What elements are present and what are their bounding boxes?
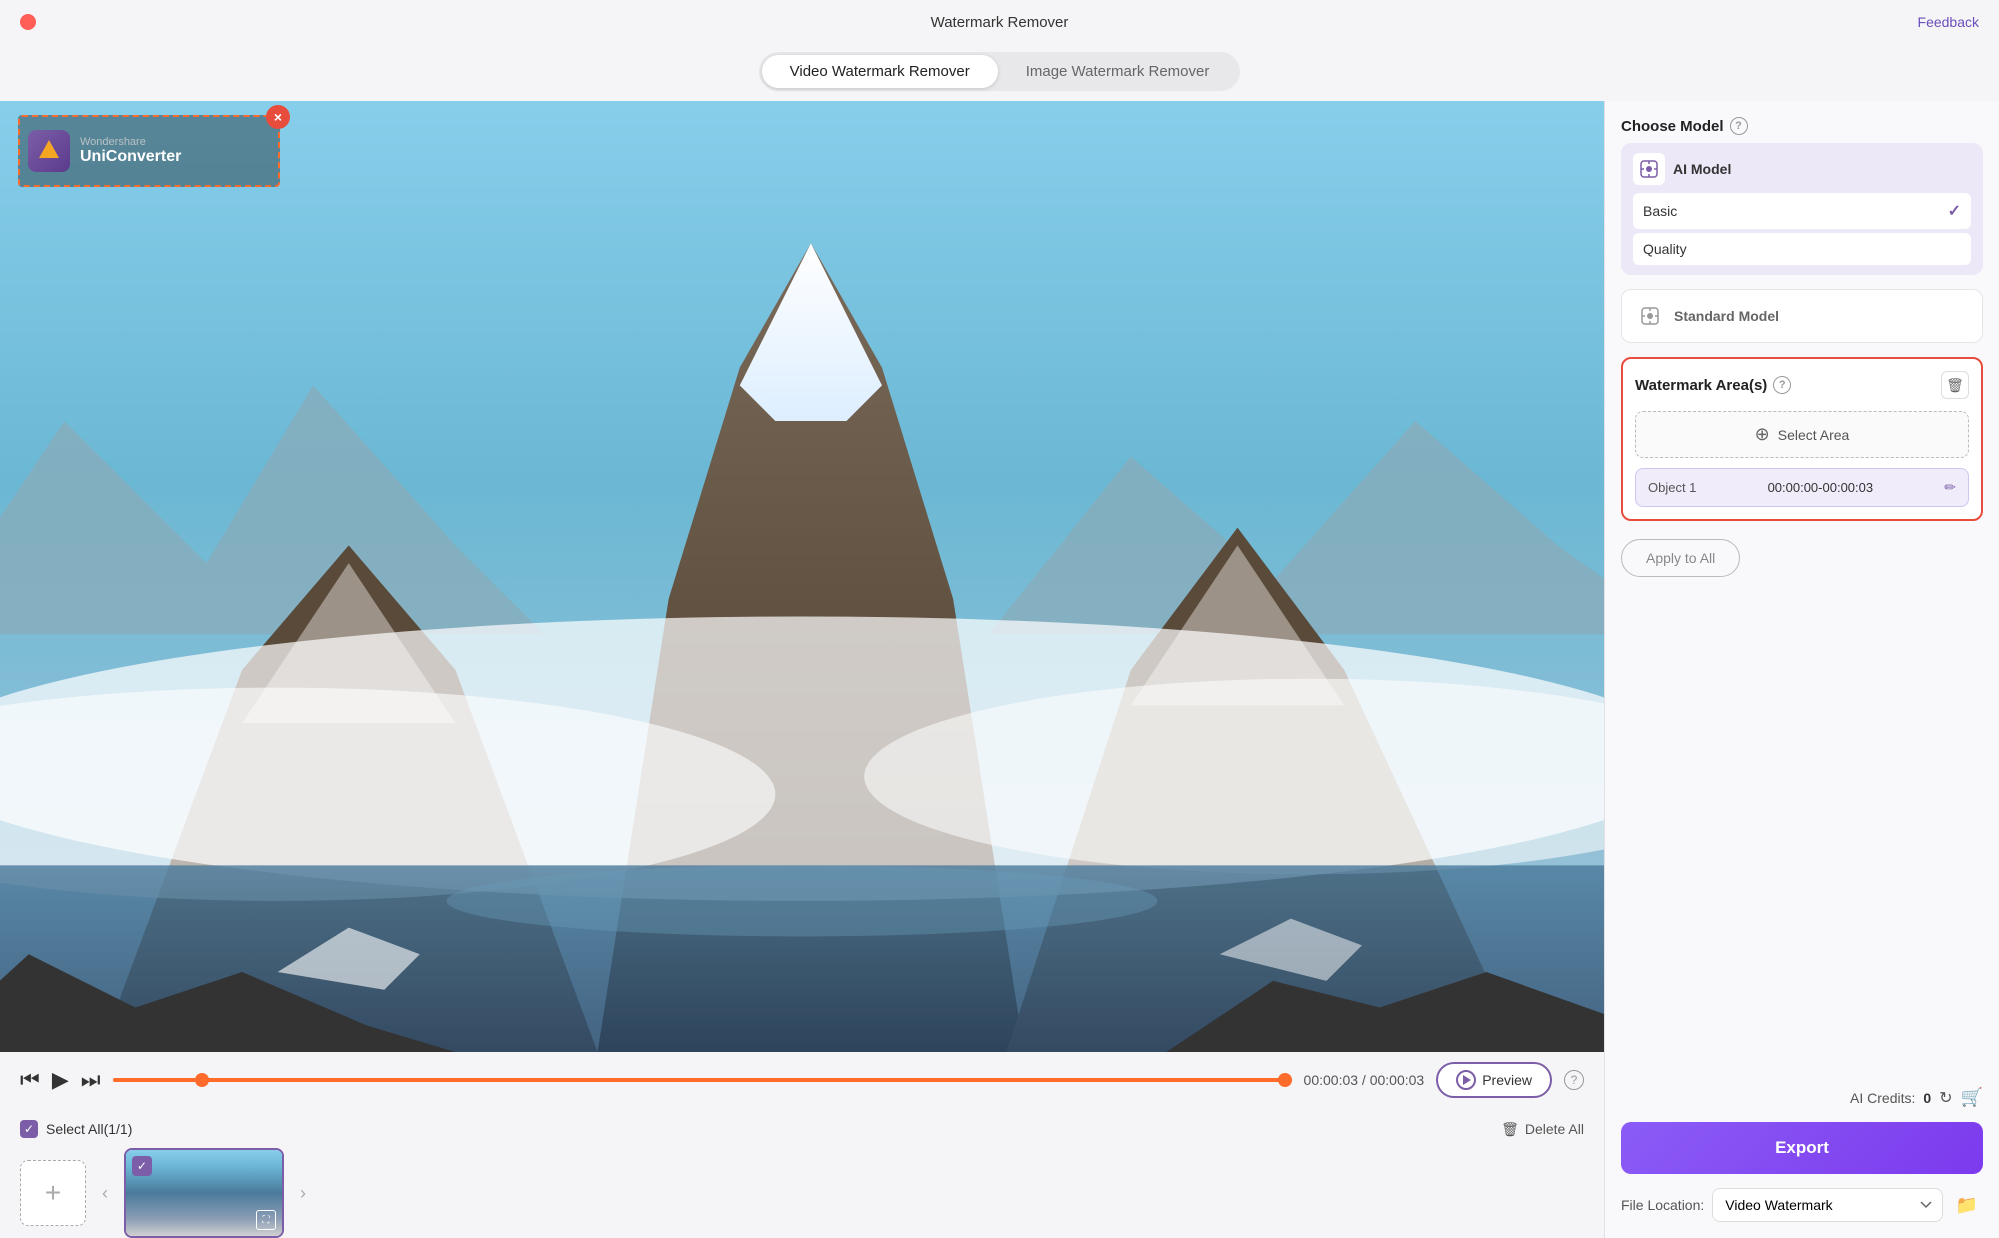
standard-model-icon: [1634, 300, 1666, 332]
wondershare-logo: [28, 130, 70, 172]
progress-thumb-end[interactable]: [1278, 1073, 1292, 1087]
watermark-area-header: Watermark Area(s) ? 🗑: [1635, 371, 1969, 399]
basic-model-option[interactable]: Basic ✓: [1633, 193, 1971, 229]
object-time: 00:00:00-00:00:03: [1768, 480, 1874, 495]
watermark-area-section: Watermark Area(s) ? 🗑 ⊕ Select Area Obje…: [1621, 357, 1983, 521]
thumbnail-checkbox: ✓: [132, 1156, 152, 1176]
feedback-link[interactable]: Feedback: [1918, 14, 1979, 30]
ai-model-card: AI Model Basic ✓ Quality: [1621, 143, 1983, 275]
quality-model-option[interactable]: Quality: [1633, 233, 1971, 265]
watermark-close-button[interactable]: ×: [266, 105, 290, 129]
tab-video-watermark-remover[interactable]: Video Watermark Remover: [762, 55, 998, 88]
select-all-group: Select All(1/1): [20, 1120, 132, 1138]
cart-icon[interactable]: 🛒: [1961, 1087, 1983, 1108]
skip-forward-button[interactable]: ⏭: [81, 1067, 101, 1093]
watermark-brand: Wondershare: [80, 136, 181, 148]
play-button[interactable]: ▶: [52, 1067, 69, 1093]
preview-play-circle: [1456, 1070, 1476, 1090]
scroll-left-arrow[interactable]: ‹: [98, 1183, 112, 1204]
add-file-button[interactable]: +: [20, 1160, 86, 1226]
watermark-area-title: Watermark Area(s) ?: [1635, 376, 1791, 394]
preview-button[interactable]: Preview: [1436, 1062, 1552, 1098]
progress-bar-container[interactable]: [113, 1068, 1292, 1092]
video-background: × Wondershare UniConverter: [0, 101, 1604, 1052]
refresh-icon[interactable]: ↻: [1939, 1088, 1952, 1108]
object-label: Object 1: [1648, 480, 1696, 495]
ai-credits-value: 0: [1923, 1090, 1931, 1106]
ai-model-icon-svg: [1639, 159, 1659, 179]
video-container: × Wondershare UniConverter: [0, 101, 1604, 1052]
preview-help-icon[interactable]: ?: [1564, 1070, 1584, 1090]
close-button[interactable]: [20, 14, 36, 30]
left-panel: × Wondershare UniConverter ⏮ ▶ ⏭: [0, 101, 1604, 1238]
tab-container: Video Watermark Remover Image Watermark …: [759, 52, 1241, 91]
object-edit-icon[interactable]: ✏: [1944, 479, 1956, 496]
tab-image-watermark-remover[interactable]: Image Watermark Remover: [998, 55, 1238, 88]
select-area-button[interactable]: ⊕ Select Area: [1635, 411, 1969, 458]
preview-play-triangle: [1463, 1075, 1471, 1085]
standard-model-icon-svg: [1640, 306, 1660, 326]
file-list-header: Select All(1/1) 🗑 Delete All: [20, 1120, 1584, 1138]
file-list-area: Select All(1/1) 🗑 Delete All + ‹ ✓ ⛶ ›: [0, 1108, 1604, 1238]
apply-to-all-button[interactable]: Apply to All: [1621, 539, 1740, 577]
watermark-overlay-box[interactable]: × Wondershare UniConverter: [18, 115, 280, 187]
choose-model-help-icon[interactable]: ?: [1730, 117, 1748, 135]
main-content: × Wondershare UniConverter ⏮ ▶ ⏭: [0, 101, 1999, 1238]
thumbnail-item[interactable]: ✓ ⛶: [124, 1148, 284, 1238]
file-thumbnails: + ‹ ✓ ⛶ ›: [20, 1148, 1584, 1238]
watermark-area-help-icon[interactable]: ?: [1773, 376, 1791, 394]
watermark-product: UniConverter: [80, 148, 181, 166]
delete-all-button[interactable]: 🗑 Delete All: [1501, 1121, 1584, 1138]
time-display: 00:00:03 / 00:00:03: [1304, 1072, 1425, 1088]
select-all-label: Select All(1/1): [46, 1121, 132, 1137]
file-location-label: File Location:: [1621, 1197, 1704, 1213]
export-button[interactable]: Export: [1621, 1122, 1983, 1174]
file-location-row: File Location: Video Watermark Same as s…: [1621, 1188, 1983, 1222]
ai-model-icon: [1633, 153, 1665, 185]
thumbnail-expand-icon[interactable]: ⛶: [256, 1210, 276, 1230]
progress-track: [113, 1078, 1292, 1082]
standard-model-title: Standard Model: [1674, 308, 1779, 324]
controls-bar: ⏮ ▶ ⏭ 00:00:03 / 00:00:03 Preview ?: [0, 1052, 1604, 1108]
app-title: Watermark Remover: [931, 14, 1069, 31]
ai-credits-row: AI Credits: 0 ↻ 🛒: [1621, 1087, 1983, 1108]
ai-credits-label: AI Credits:: [1850, 1090, 1915, 1106]
ai-model-header: AI Model: [1633, 153, 1971, 185]
choose-model-header: Choose Model ?: [1621, 117, 1983, 135]
select-all-checkbox[interactable]: [20, 1120, 38, 1138]
trash-icon: 🗑: [1501, 1121, 1519, 1138]
right-panel: Choose Model ?: [1604, 101, 1999, 1238]
watermark-text: Wondershare UniConverter: [80, 136, 181, 166]
scroll-right-arrow[interactable]: ›: [296, 1183, 310, 1204]
mountain-scene-svg: [0, 101, 1604, 1052]
title-bar: Watermark Remover Feedback: [0, 0, 1999, 44]
ai-model-title: AI Model: [1673, 161, 1731, 177]
tab-bar: Video Watermark Remover Image Watermark …: [0, 44, 1999, 101]
file-location-select[interactable]: Video Watermark Same as source Custom fo…: [1712, 1188, 1943, 1222]
progress-thumb-start[interactable]: [195, 1073, 209, 1087]
object-item-1[interactable]: Object 1 00:00:00-00:00:03 ✏: [1635, 468, 1969, 507]
select-area-icon: ⊕: [1755, 424, 1770, 445]
watermark-area-trash-button[interactable]: 🗑: [1941, 371, 1969, 399]
choose-model-section: Choose Model ?: [1621, 117, 1983, 275]
standard-model-card[interactable]: Standard Model: [1621, 289, 1983, 343]
skip-back-button[interactable]: ⏮: [20, 1067, 40, 1093]
folder-open-button[interactable]: 📁: [1951, 1189, 1983, 1221]
logo-triangle: [39, 140, 59, 158]
progress-filled: [113, 1078, 1292, 1082]
basic-checkmark: ✓: [1948, 201, 1961, 221]
